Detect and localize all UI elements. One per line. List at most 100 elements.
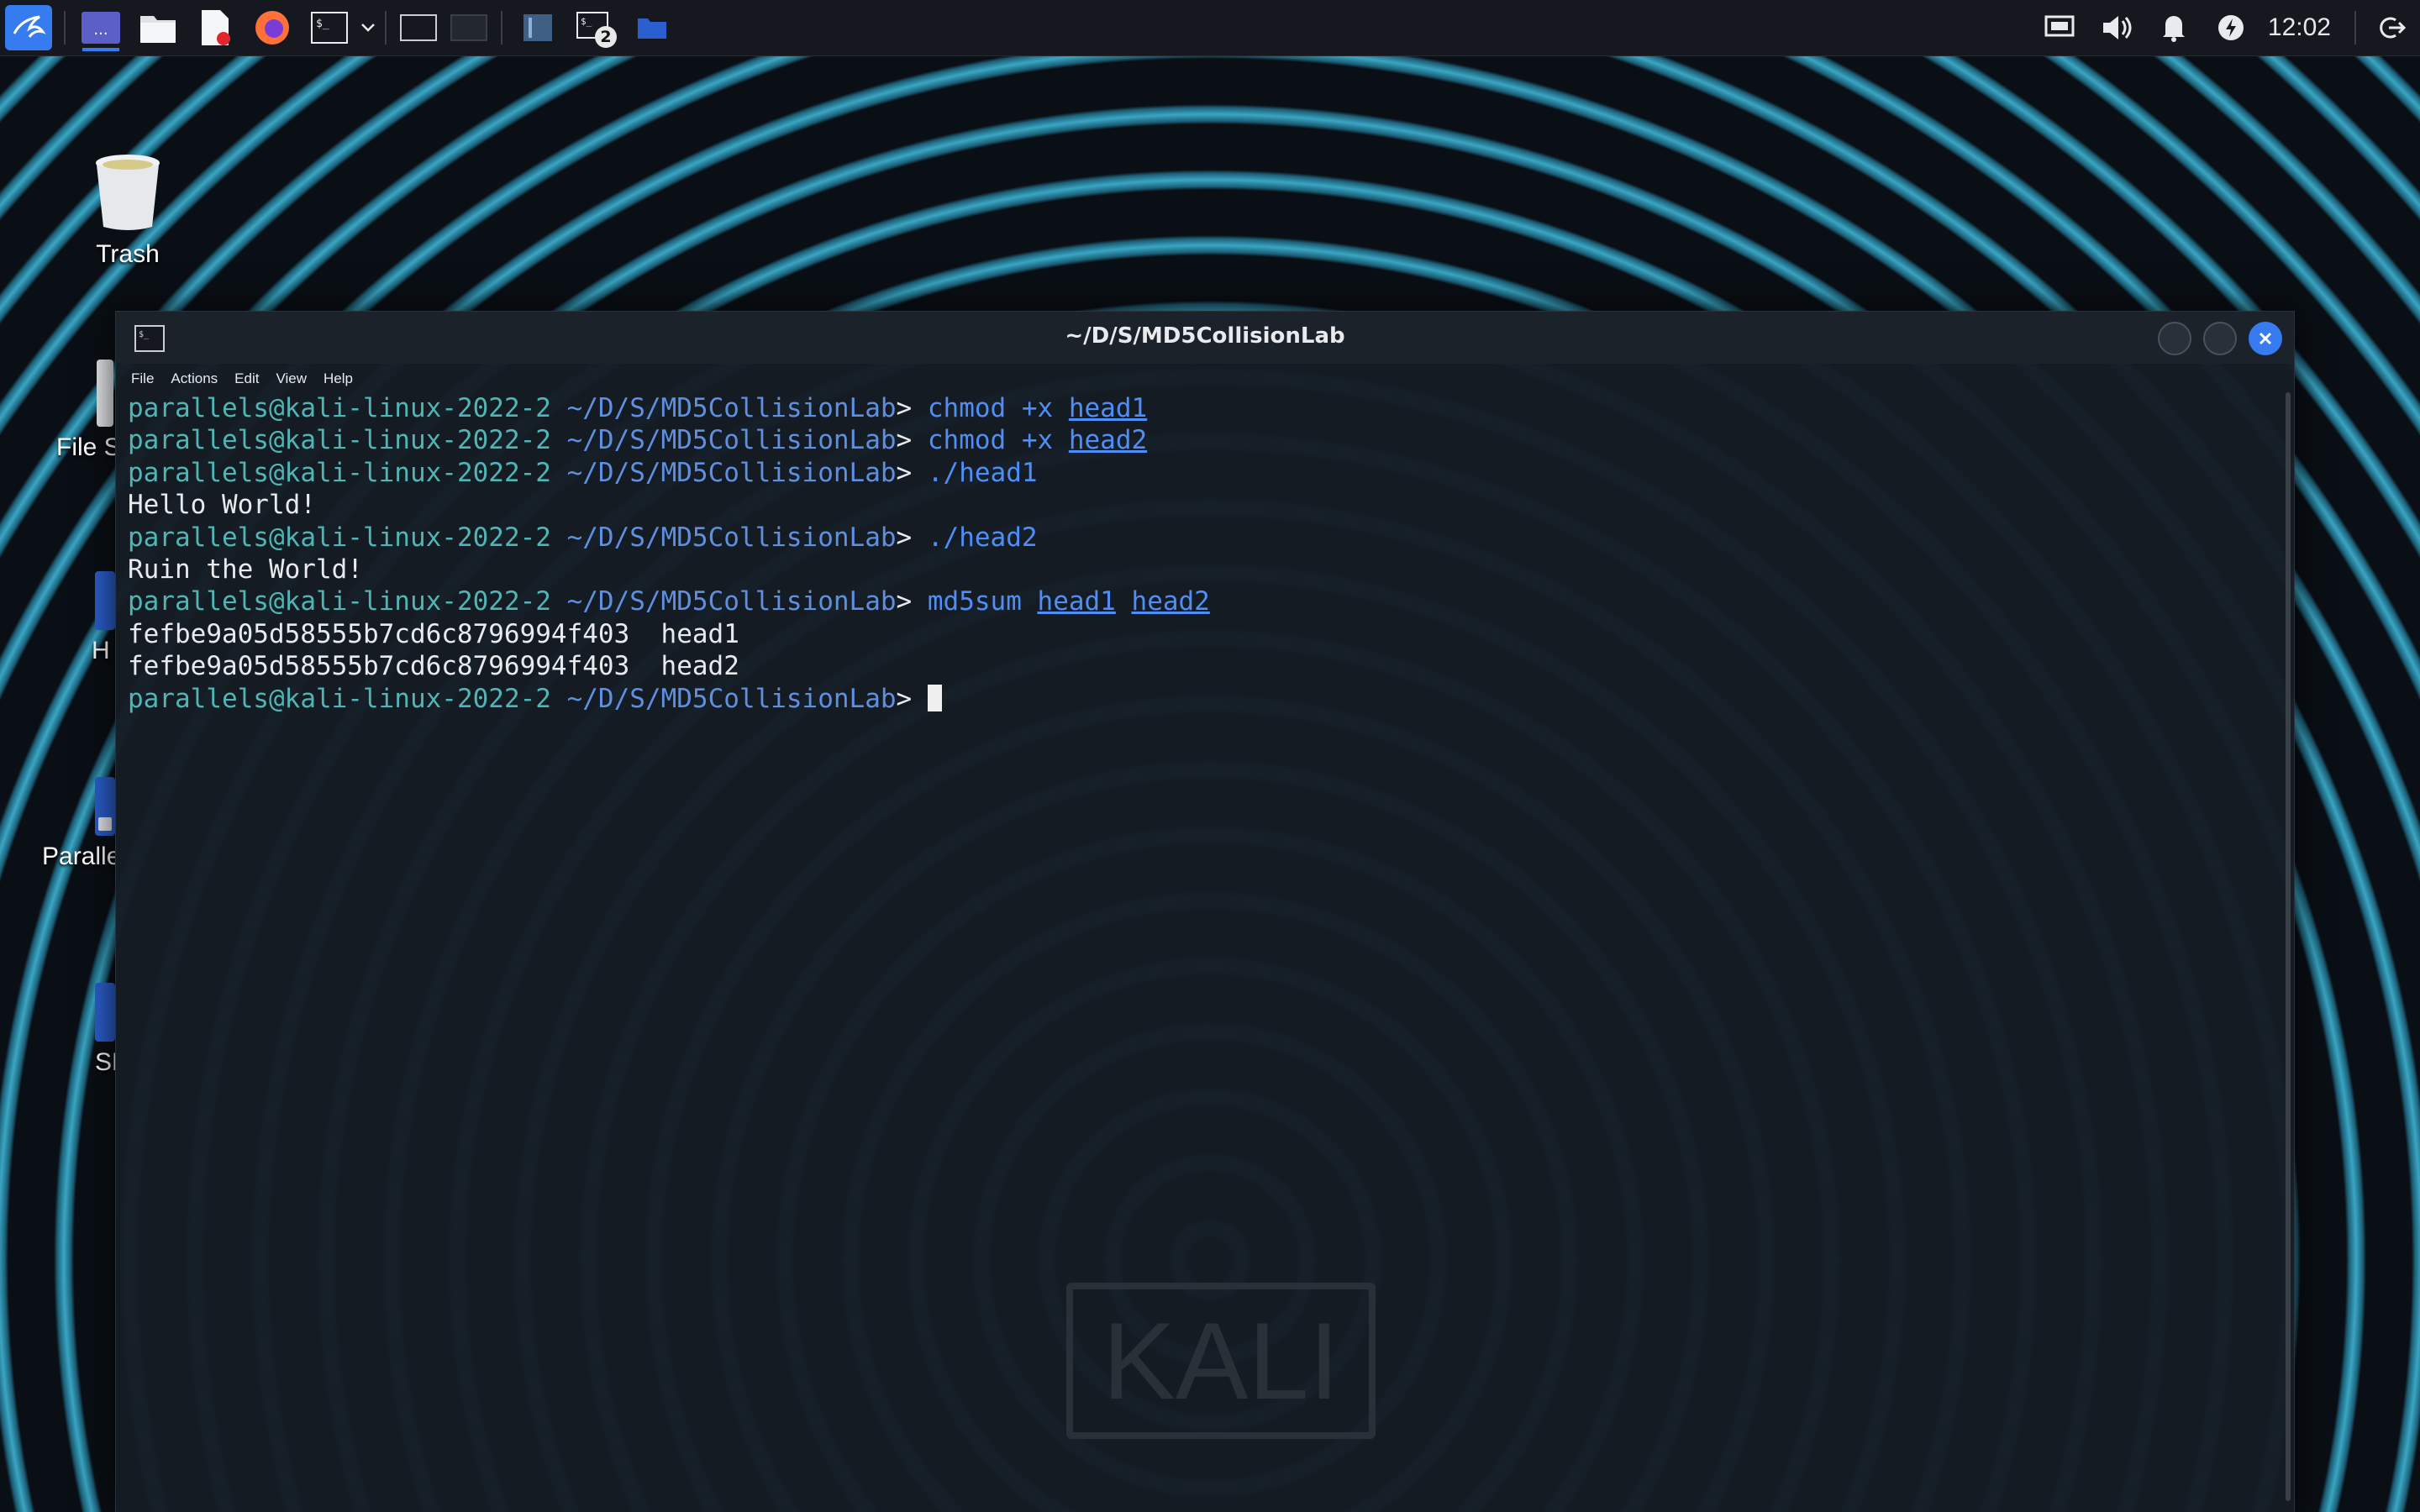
display-tray-button[interactable] — [2036, 4, 2083, 51]
kali-menu-button[interactable] — [5, 5, 52, 50]
desktop-icon-seed[interactable]: SEED — [48, 983, 115, 1077]
terminal-icon: $_ — [311, 12, 348, 44]
desktop-icon-label: Trash — [96, 240, 160, 268]
workspace-1-preview — [400, 14, 437, 41]
output-text: fefbe9a05d58555b7cd6c8796994f403 head2 — [128, 651, 739, 682]
file-argument-link[interactable]: head2 — [1132, 586, 1210, 617]
logout-icon — [2380, 17, 2406, 39]
prompt-path: ~/D/S/MD5CollisionLab — [550, 586, 897, 617]
file-argument-link[interactable]: head2 — [1069, 425, 1147, 455]
window-titlebar[interactable]: $_ ~/D/S/MD5CollisionLab — [116, 312, 2294, 364]
desktop-icon-label: Parallels S... — [42, 843, 115, 870]
desktop-icon-parallels-shared[interactable]: Parallels S... — [17, 777, 115, 871]
terminal-scrollbar[interactable] — [2286, 392, 2291, 1501]
file-manager-launcher[interactable] — [134, 4, 182, 51]
terminal-output[interactable]: KALI parallels@kali-linux-2022-2 ~/D/S/M… — [128, 392, 2262, 1501]
clock[interactable]: 12:02 — [2268, 13, 2331, 42]
prompt-user: parallels — [128, 586, 269, 617]
volume-tray-button[interactable] — [2093, 4, 2140, 51]
menu-help[interactable]: Help — [324, 370, 353, 387]
prompt-at: @ — [268, 586, 285, 617]
file-argument-link[interactable]: head1 — [1038, 586, 1116, 617]
prompt-at: @ — [268, 425, 285, 456]
prompt-host: kali-linux-2022-2 — [284, 393, 551, 423]
desktop-icon-label: H — [92, 637, 110, 664]
prompt-user: parallels — [128, 683, 269, 714]
arg-space — [1116, 586, 1132, 617]
desktop-icon: ... — [82, 12, 120, 44]
desktop-icon-filesystem[interactable]: File S — [48, 360, 115, 462]
prompt-host: kali-linux-2022-2 — [284, 586, 551, 617]
minimize-button[interactable] — [2158, 322, 2191, 355]
drive-icon — [97, 360, 113, 427]
workspace-1[interactable] — [395, 4, 442, 51]
terminal-command-line: parallels@kali-linux-2022-2 ~/D/S/MD5Col… — [128, 424, 1210, 456]
maximize-button[interactable] — [2203, 322, 2237, 355]
power-tray-button[interactable] — [2207, 4, 2254, 51]
notifications-tray-button[interactable] — [2150, 4, 2197, 51]
prompt-at: @ — [268, 393, 285, 423]
menu-actions[interactable]: Actions — [171, 370, 218, 387]
desktop-icon-label: File S — [56, 433, 115, 461]
launcher-dropdown[interactable] — [358, 4, 378, 51]
close-button[interactable] — [2249, 322, 2282, 355]
prompt-user: parallels — [128, 425, 269, 456]
top-panel: ... $_ $_ 2 12:02 — [0, 0, 2420, 56]
command-text: ./head2 — [927, 522, 1038, 553]
prompt-arrow: > — [896, 425, 928, 456]
terminal-command-line: parallels@kali-linux-2022-2 ~/D/S/MD5Col… — [128, 522, 1210, 554]
command-text: ./head1 — [927, 457, 1038, 488]
file-argument-link[interactable]: head1 — [1069, 393, 1147, 423]
prompt-host: kali-linux-2022-2 — [284, 522, 551, 553]
prompt-user: parallels — [128, 393, 269, 423]
prompt-arrow: > — [896, 683, 928, 714]
prompt-arrow: > — [896, 393, 928, 423]
firefox-launcher[interactable] — [249, 4, 296, 51]
prompt-path: ~/D/S/MD5CollisionLab — [550, 457, 897, 488]
command-text: chmod +x — [927, 425, 1069, 456]
text-editor-icon — [202, 10, 230, 45]
terminal-window[interactable]: $_ ~/D/S/MD5CollisionLab File Actions Ed… — [115, 311, 2295, 1512]
prompt-host: kali-linux-2022-2 — [284, 425, 551, 456]
desktop-icon-home[interactable]: H — [48, 571, 115, 665]
kali-watermark: KALI — [1066, 1283, 1376, 1439]
output-text: fefbe9a05d58555b7cd6c8796994f403 head1 — [128, 618, 739, 649]
task-terminal-group[interactable]: $_ 2 — [571, 4, 618, 51]
window-title: ~/D/S/MD5CollisionLab — [1065, 323, 1345, 349]
terminal-lines: parallels@kali-linux-2022-2 ~/D/S/MD5Col… — [128, 392, 1210, 715]
prompt-host: kali-linux-2022-2 — [284, 457, 551, 488]
close-icon — [2259, 332, 2272, 345]
prompt-path: ~/D/S/MD5CollisionLab — [550, 522, 897, 553]
prompt-at: @ — [268, 522, 285, 553]
bell-icon — [2162, 16, 2185, 42]
logout-button[interactable] — [2368, 4, 2415, 51]
command-text: md5sum — [927, 586, 1038, 617]
kali-dragon-icon — [13, 15, 46, 38]
prompt-at: @ — [268, 683, 285, 714]
text-cursor — [927, 684, 942, 711]
terminal-launcher[interactable]: $_ — [306, 4, 353, 51]
output-text: Hello World! — [128, 490, 316, 521]
show-desktop-button[interactable]: ... — [77, 4, 124, 51]
prompt-path: ~/D/S/MD5CollisionLab — [550, 425, 897, 456]
trash-icon — [96, 155, 160, 230]
terminal-command-line: parallels@kali-linux-2022-2 ~/D/S/MD5Col… — [128, 457, 1210, 489]
task-book-window[interactable] — [514, 4, 561, 51]
workspace-2-preview — [450, 14, 487, 41]
monitor-icon — [2044, 15, 2075, 37]
prompt-at: @ — [268, 457, 285, 488]
workspace-2[interactable] — [445, 4, 492, 51]
menu-edit[interactable]: Edit — [234, 370, 259, 387]
window-count-badge: 2 — [595, 26, 617, 48]
prompt-arrow: > — [896, 457, 928, 488]
panel-separator — [385, 11, 387, 45]
menu-file[interactable]: File — [131, 370, 154, 387]
desktop-icon-trash[interactable]: Trash — [48, 150, 208, 269]
book-icon — [523, 14, 552, 41]
folder-icon — [140, 16, 176, 43]
text-editor-launcher[interactable] — [192, 4, 239, 51]
svg-text:$_: $_ — [581, 16, 592, 27]
menu-view[interactable]: View — [276, 370, 307, 387]
blue-folder-icon — [95, 983, 115, 1042]
task-folder-window[interactable] — [629, 4, 676, 51]
